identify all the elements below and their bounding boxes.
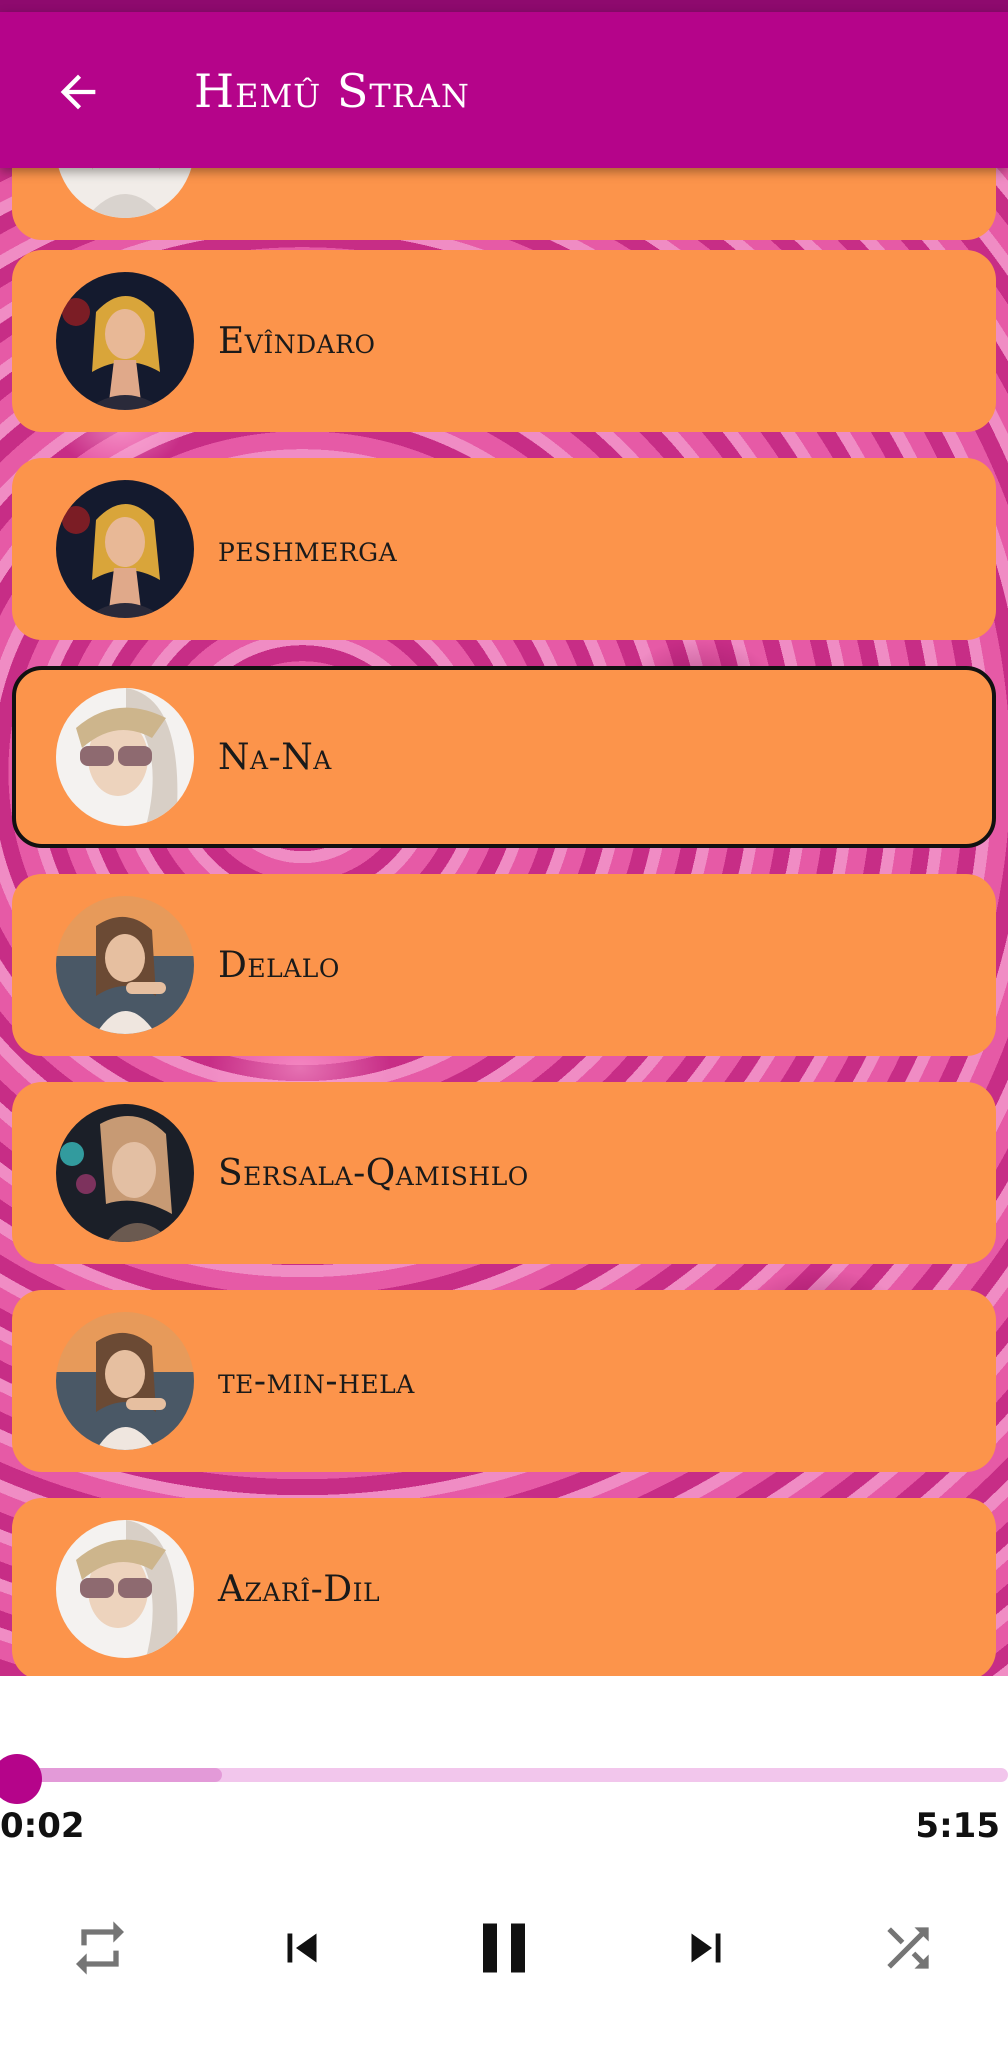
seek-thumb[interactable]: [0, 1754, 42, 1804]
song-title: Sersala-Qamishlo: [218, 1152, 529, 1194]
page-title: Hemû Stran: [194, 64, 470, 118]
song-card[interactable]: peshmerga: [12, 458, 996, 640]
avatar: [56, 1520, 194, 1658]
repeat-button[interactable]: [50, 1898, 150, 1998]
skip-previous-icon: [287, 1933, 317, 1963]
repeat-icon: [76, 1921, 124, 1975]
song-card[interactable]: Delalo: [12, 874, 996, 1056]
avatar: [56, 1312, 194, 1450]
song-title: peshmerga: [218, 528, 398, 570]
song-card-active[interactable]: Na-Na: [12, 666, 996, 848]
song-title: Delalo: [218, 944, 340, 986]
back-button[interactable]: [40, 54, 116, 130]
avatar: [56, 896, 194, 1034]
arrow-left-icon: [60, 74, 96, 110]
avatar: [56, 480, 194, 618]
avatar: [56, 1104, 194, 1242]
elapsed-time: 0:02: [0, 1806, 85, 1846]
song-card[interactable]: Evîndaro: [12, 250, 996, 432]
song-title: Evîndaro: [218, 320, 376, 362]
song-card-partial[interactable]: [12, 168, 996, 240]
pause-button[interactable]: [454, 1898, 554, 1998]
song-title: Na-Na: [218, 736, 332, 778]
total-duration: 5:15: [915, 1806, 1000, 1846]
song-title: Azarî-Dil: [218, 1568, 381, 1610]
status-bar: [0, 0, 1008, 12]
app-bar: Hemû Stran: [0, 12, 1008, 168]
music-player: 0:02 5:15: [0, 1676, 1008, 2048]
seek-bar[interactable]: [0, 1768, 1008, 1782]
song-card[interactable]: Sersala-Qamishlo: [12, 1082, 996, 1264]
song-title: te-min-hela: [218, 1360, 415, 1402]
shuffle-button[interactable]: [858, 1898, 958, 1998]
next-button[interactable]: [656, 1898, 756, 1998]
previous-button[interactable]: [252, 1898, 352, 1998]
shuffle-icon: [887, 1927, 929, 1969]
avatar: [56, 272, 194, 410]
avatar: [56, 168, 194, 218]
song-card[interactable]: Azarî-Dil: [12, 1498, 996, 1676]
pause-icon: [483, 1923, 525, 1973]
song-card[interactable]: te-min-hela: [12, 1290, 996, 1472]
avatar: [56, 688, 194, 826]
skip-next-icon: [691, 1933, 721, 1963]
song-list[interactable]: Evîndaro peshmerga Na-Na Delalo Sersala-…: [0, 168, 1008, 1676]
